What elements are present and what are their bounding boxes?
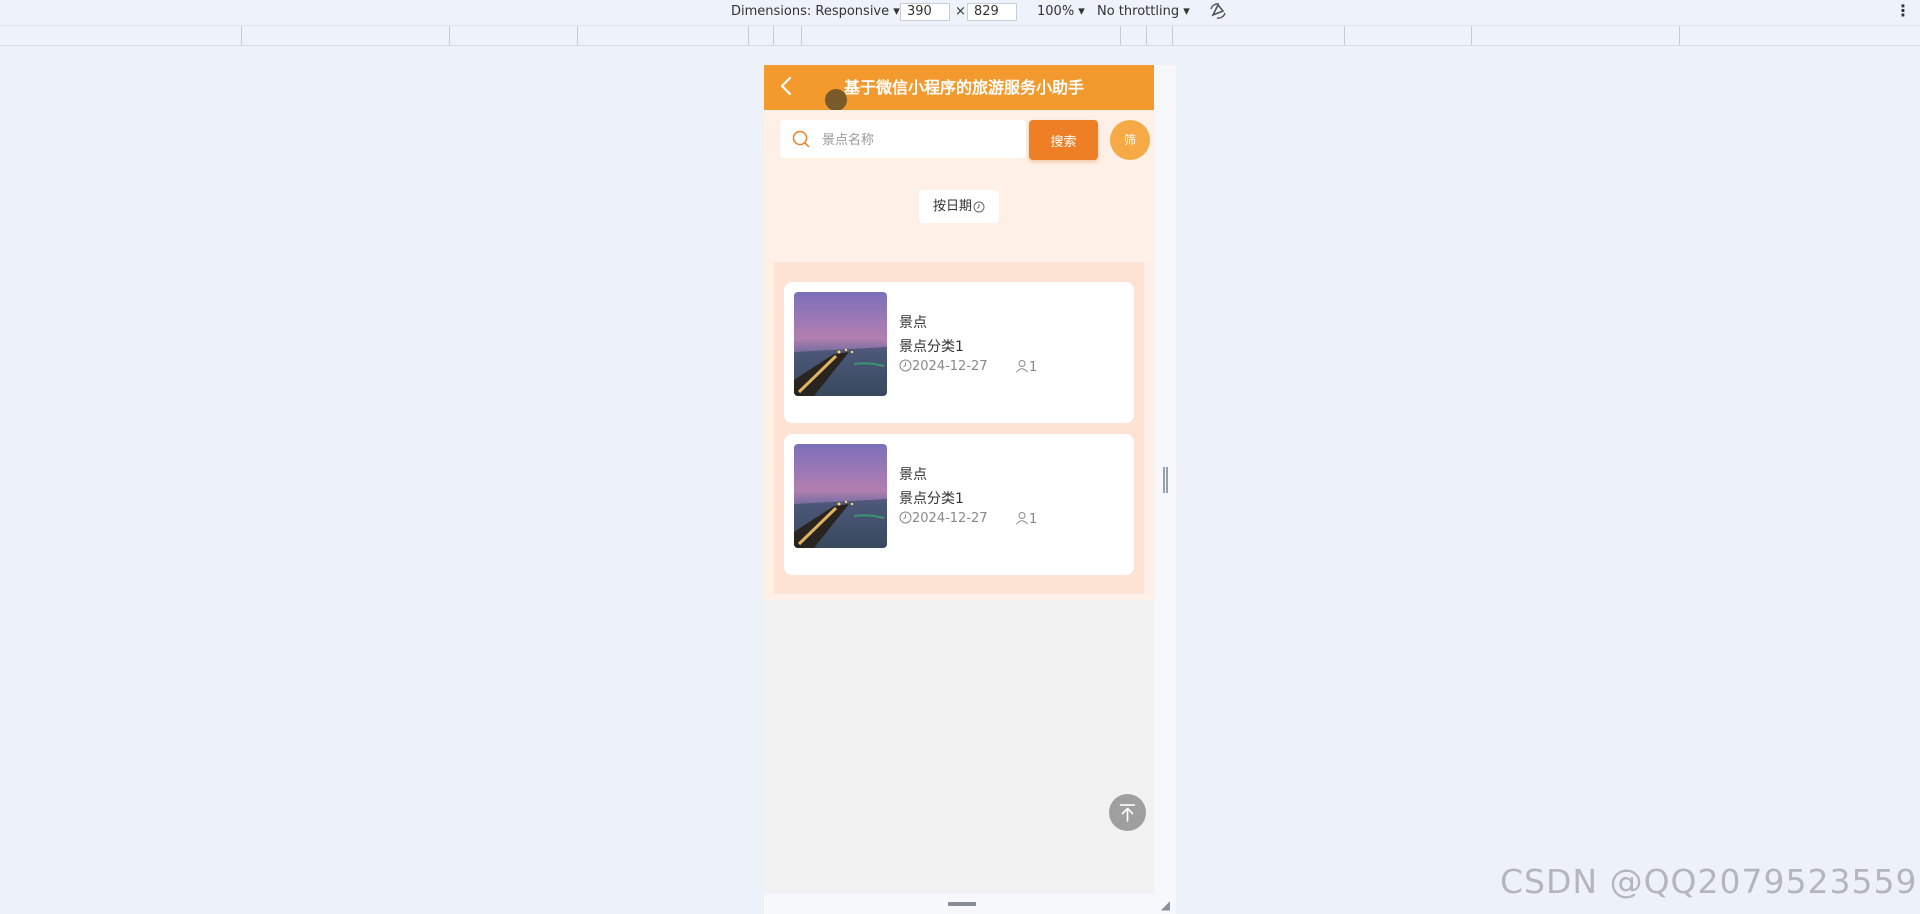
viewport-width-input[interactable]: 390	[900, 3, 950, 21]
search-icon	[792, 130, 810, 148]
search-button[interactable]: 搜索	[1029, 120, 1098, 160]
attraction-date: 2024-12-27	[912, 511, 988, 526]
clock-icon	[899, 359, 912, 374]
attraction-name: 景点	[899, 467, 927, 483]
viewport-height-input[interactable]: 829	[967, 3, 1017, 21]
search-box	[780, 120, 1026, 160]
device-viewport: 基于微信小程序的旅游服务小助手 搜索 筛 按日期	[764, 65, 1154, 894]
attraction-meta: 2024-12-27 1	[899, 359, 1037, 375]
clock-icon	[972, 199, 985, 214]
throttling-select[interactable]: No throttling ▾	[1097, 4, 1190, 19]
devtools-toolbar: Dimensions: Responsive ▾ 390 × 829 100% …	[0, 0, 1920, 26]
clock-icon	[899, 511, 912, 526]
main-content: 搜索 筛 按日期	[764, 110, 1154, 600]
sort-label: 按日期	[932, 199, 972, 214]
sort-by-date-button[interactable]: 按日期	[919, 190, 999, 223]
page-title: 基于微信小程序的旅游服务小助手	[843, 78, 1084, 97]
watermark: CSDN @QQ2079523559	[1500, 862, 1918, 901]
arrow-up-icon	[1120, 804, 1135, 822]
user-icon	[1015, 512, 1029, 527]
attraction-date: 2024-12-27	[912, 359, 988, 374]
attraction-thumbnail	[794, 292, 887, 396]
touch-cursor	[825, 89, 847, 111]
attraction-count: 1	[1029, 360, 1038, 375]
resize-handle-vertical[interactable]	[1163, 467, 1168, 493]
user-icon	[1015, 360, 1029, 375]
list-item[interactable]: 景点 景点分类1 2024-12-27 1	[784, 282, 1134, 423]
viewport-bottom-bar: ◢	[764, 894, 1176, 914]
navigation-bar: 基于微信小程序的旅游服务小助手	[764, 65, 1154, 111]
search-input[interactable]	[820, 120, 1024, 160]
dimension-separator: ×	[955, 4, 966, 19]
resize-corner-icon[interactable]: ◢	[1161, 898, 1170, 912]
attraction-thumbnail	[794, 444, 887, 548]
attraction-meta: 2024-12-27 1	[899, 511, 1037, 527]
attraction-count: 1	[1029, 512, 1038, 527]
resize-handle-horizontal[interactable]	[948, 902, 976, 906]
list-item[interactable]: 景点 景点分类1 2024-12-27 1	[784, 434, 1134, 575]
more-options-icon[interactable]: ⋮	[1895, 1, 1911, 20]
rotate-icon[interactable]	[1208, 1, 1228, 21]
attraction-category: 景点分类1	[899, 339, 964, 355]
attraction-category: 景点分类1	[899, 491, 964, 507]
media-query-ruler	[0, 26, 1920, 46]
back-to-top-button[interactable]	[1109, 794, 1146, 831]
filter-button[interactable]: 筛	[1110, 120, 1150, 160]
dimensions-select[interactable]: Dimensions: Responsive ▾	[731, 4, 900, 19]
zoom-select[interactable]: 100% ▾	[1037, 4, 1085, 19]
attraction-name: 景点	[899, 315, 927, 331]
attraction-list: 景点 景点分类1 2024-12-27 1 景点 景点分类1 2024-12-2…	[774, 262, 1144, 594]
